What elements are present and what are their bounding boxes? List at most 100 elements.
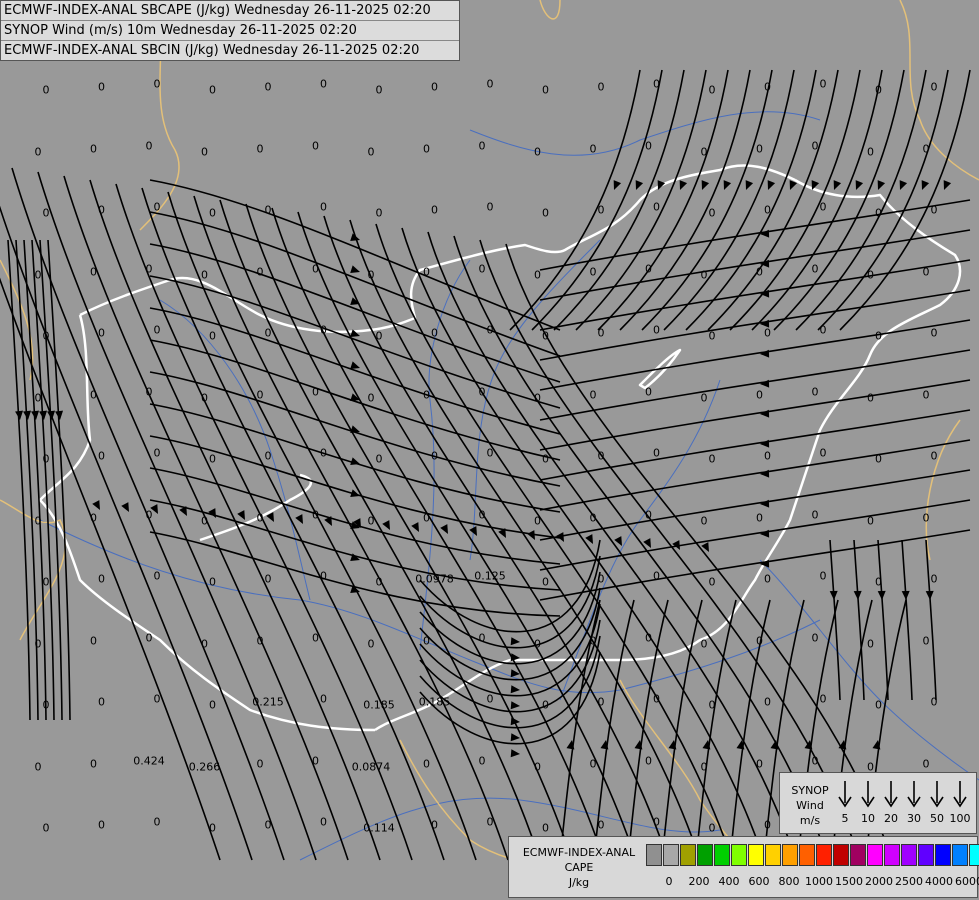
cape-value: 0 [320, 569, 327, 583]
cape-scale-label: 800 [778, 875, 800, 888]
cape-value: 0 [922, 142, 930, 155]
streamline-arrowhead [411, 522, 419, 532]
cape-value: 0 [201, 391, 208, 404]
streamline-arrowhead [39, 410, 48, 420]
cape-value: 0 [645, 754, 652, 767]
cape-color-swatch [850, 844, 866, 866]
cape-value: 0 [209, 452, 216, 466]
wind-legend-title-line: Wind [796, 799, 824, 812]
cape-value: 0 [819, 569, 827, 583]
cape-value: 0 [811, 262, 819, 275]
cape-value: 0 [320, 77, 327, 91]
cape-value: 0 [34, 145, 42, 158]
cape-value: 0 [431, 203, 438, 217]
streamline [925, 539, 937, 701]
map-title-box: ECMWF-INDEX-ANAL SBCAPE (J/kg) Wednesday… [0, 0, 460, 61]
cape-value: 0 [589, 511, 597, 524]
cape-color-scale [646, 844, 979, 866]
streamline-arrowhead [853, 590, 862, 600]
cape-value: 0 [486, 323, 494, 337]
streamline-arrowhead [324, 516, 332, 526]
cape-value: 0 [478, 754, 486, 767]
streamline [539, 409, 971, 481]
cape-value: 0 [700, 391, 708, 404]
cape-value: 0 [700, 268, 708, 281]
cape-color-swatch [765, 844, 781, 866]
streamline-arrowhead [877, 180, 886, 190]
border-ba [539, 0, 561, 20]
streamline-arrowhead [760, 349, 770, 358]
cape-value: 0 [42, 206, 50, 220]
weather-map[interactable]: 0 0 0 0 0 0 0 0 0 0 0 0 0 0 0 0 0 0 0 0 0 0 0 0 0 0 0 0 0 0 0 0 0 0 0 0 0 0 0 0… [0, 0, 979, 900]
cape-value: 0 [756, 142, 763, 155]
cape-value: 0.0874 [351, 760, 391, 773]
cape-value: 0 [431, 818, 438, 832]
streamline-arrowhead [921, 180, 930, 190]
wind-legend: SYNOP Wind m/s 5 10 20 30 50 100 [779, 772, 977, 834]
wind-legend-item: 5 [834, 779, 856, 825]
cape-value: 0 [867, 268, 874, 281]
cape-value: 0.114 [363, 821, 395, 835]
cape-value: 0 [209, 329, 216, 343]
streamline-arrowhead [872, 740, 881, 750]
cape-value: 0 [375, 329, 383, 343]
cape-value: 0 [264, 449, 272, 463]
cape-value: 0 [708, 83, 716, 97]
cape-value: 0 [811, 754, 819, 767]
cape-value: 0 [756, 757, 763, 770]
cape-value: 0 [153, 77, 161, 91]
streamline [539, 469, 971, 541]
streamline-arrowhead [566, 740, 575, 750]
streamline-arrowhead [295, 514, 303, 524]
cape-value: 0 [423, 142, 430, 155]
cape-value: 0 [708, 329, 716, 343]
streamline-arrowhead [679, 180, 688, 190]
wind-speed-label: 100 [949, 812, 971, 825]
cape-scale-label: 400 [718, 875, 740, 888]
cape-value: 0 [486, 200, 494, 214]
streamline-arrowhead [350, 265, 360, 274]
cape-scale-label: 4000 [925, 875, 953, 888]
cape-value: 0 [542, 452, 549, 466]
cape-value: 0 [811, 385, 819, 398]
cape-color-swatch [833, 844, 849, 866]
streamline-arrowhead [723, 180, 732, 190]
cape-value: 0 [653, 569, 660, 583]
streamline-arrowhead [15, 410, 24, 420]
wind-speed-label: 50 [930, 812, 944, 825]
cape-scale-label: 600 [748, 875, 770, 888]
cape-value: 0 [98, 572, 105, 586]
cape-value: 0 [42, 83, 50, 97]
cape-value: 0 [875, 329, 882, 343]
cape-value: 0 [653, 815, 660, 829]
streamline [539, 379, 971, 451]
cape-value: 0 [597, 695, 605, 709]
wind-arrow-icon [907, 781, 921, 808]
cape-value: 0 [312, 139, 319, 152]
cape-value: 0 [423, 388, 430, 401]
cape-value: 0 [700, 514, 708, 527]
cape-value: 0 [264, 818, 272, 832]
cape-scale-label: 0 [665, 875, 673, 888]
cape-value: 0 [875, 698, 882, 712]
cape-color-swatch [782, 844, 798, 866]
cape-value: 0 [589, 388, 597, 401]
cape-value: 0 [534, 145, 541, 158]
streamline-arrowhead [701, 180, 710, 190]
cape-value: 0 [320, 815, 327, 829]
cape-value: 0 [819, 77, 827, 91]
cape-value: 0 [922, 511, 930, 524]
wind-legend-item: 20 [880, 779, 902, 825]
streamline [141, 187, 445, 861]
wind-speed-label: 10 [861, 812, 875, 825]
streamline [539, 349, 971, 421]
cape-value: 0 [209, 83, 216, 97]
streamline-arrowhead [382, 520, 390, 530]
cape-color-swatch [680, 844, 696, 866]
cape-value: 0 [264, 326, 272, 340]
streamline-arrowhead [121, 502, 129, 512]
wind-legend-title-line: m/s [799, 814, 821, 827]
cape-value: 0 [645, 139, 652, 152]
streamline-arrowhead [510, 685, 520, 694]
cape-legend: ECMWF-INDEX-ANAL CAPE J/kg 0 200 400 600 800… [508, 836, 979, 898]
